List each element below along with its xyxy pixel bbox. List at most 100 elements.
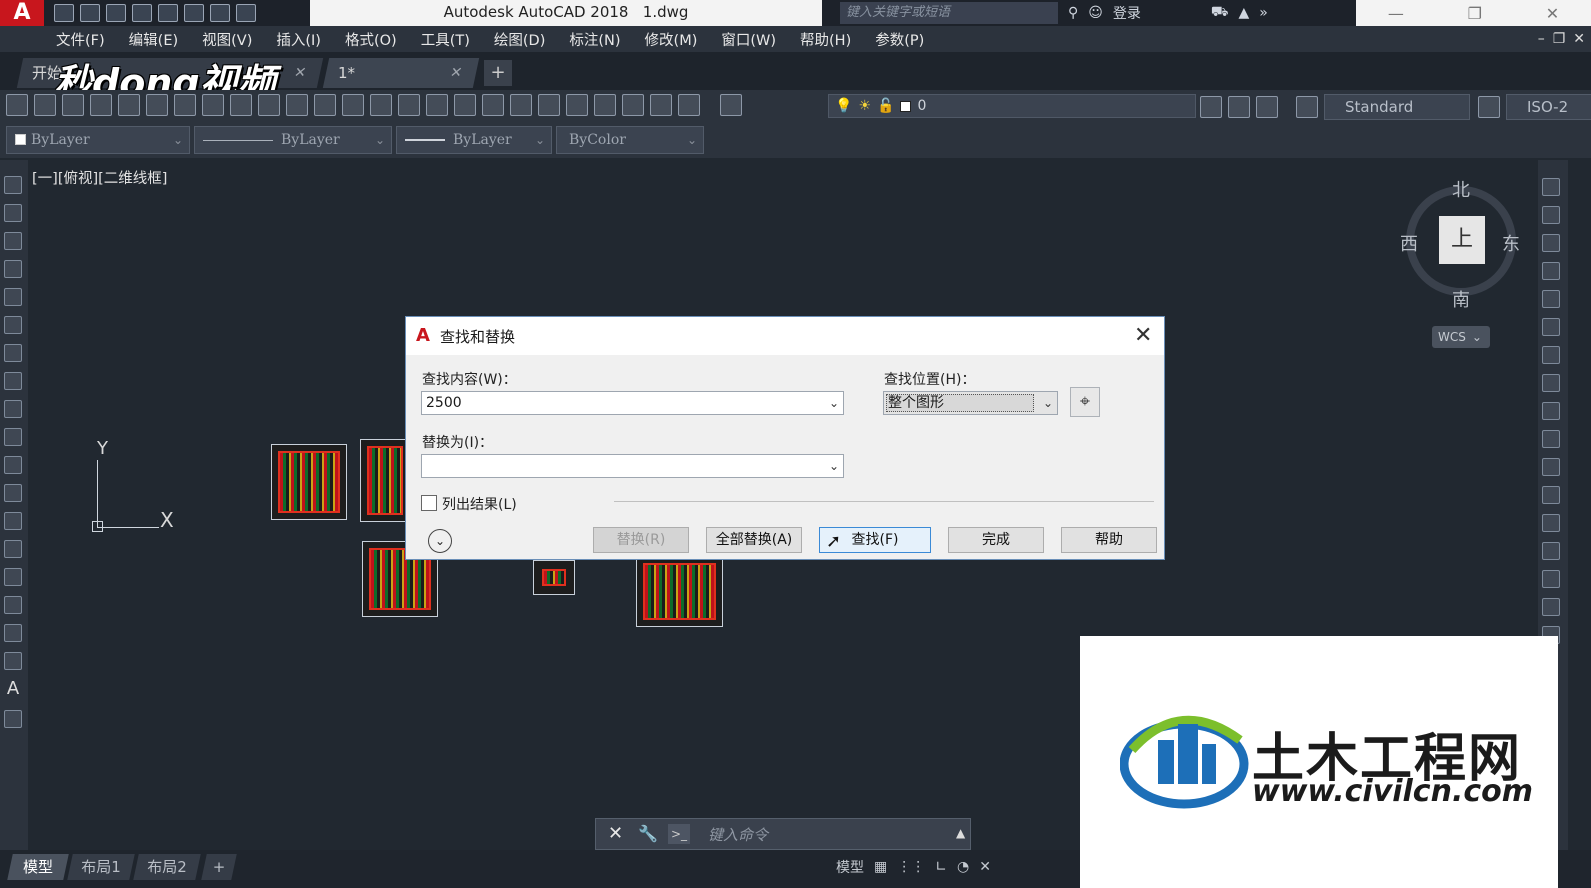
hatch-icon[interactable]: [4, 568, 22, 586]
mirror-icon[interactable]: [1542, 234, 1560, 252]
3d-print-icon[interactable]: [174, 94, 196, 116]
tab-model[interactable]: 模型: [7, 854, 69, 880]
publish-icon[interactable]: [146, 94, 168, 116]
command-history-up-icon[interactable]: ▲: [956, 826, 965, 840]
drawing-thumbnail[interactable]: [271, 444, 347, 520]
menu-modify[interactable]: 修改(M): [633, 29, 710, 50]
dialog-title-bar[interactable]: A 查找和替换 ✕: [406, 317, 1164, 355]
menu-edit[interactable]: 编辑(E): [117, 29, 190, 50]
gradient-icon[interactable]: [4, 596, 22, 614]
spline-icon[interactable]: [4, 400, 22, 418]
polyline-icon[interactable]: [4, 232, 22, 250]
markup-icon[interactable]: [622, 94, 644, 116]
chevron-down-icon[interactable]: ⌄: [829, 455, 839, 477]
insert-block-icon[interactable]: [4, 484, 22, 502]
find-where-dropdown[interactable]: 整个图形 ⌄: [883, 391, 1058, 415]
offset-icon[interactable]: [1542, 262, 1560, 280]
replace-all-button[interactable]: 全部替换(A): [706, 527, 802, 553]
print-icon[interactable]: [158, 4, 178, 22]
close-command-line-icon[interactable]: ✕: [608, 823, 623, 844]
revcloud-icon[interactable]: [4, 372, 22, 390]
compass-west[interactable]: 西: [1400, 230, 1418, 256]
customize-wrench-icon[interactable]: 🔧: [638, 824, 658, 843]
grid-icon[interactable]: ▦: [874, 859, 887, 875]
doc-minimize-icon[interactable]: –: [1538, 31, 1545, 47]
menu-file[interactable]: 文件(F): [44, 29, 117, 50]
table-icon[interactable]: [4, 652, 22, 670]
find-what-input[interactable]: 2500 ⌄: [421, 391, 844, 415]
dim-style-dropdown[interactable]: ISO-2: [1506, 94, 1591, 120]
cut-icon[interactable]: [202, 94, 224, 116]
arc-icon[interactable]: [4, 316, 22, 334]
command-input[interactable]: 键入命令: [708, 824, 768, 845]
close-window-icon[interactable]: ✕: [1546, 4, 1559, 23]
a360-icon[interactable]: ▲: [1239, 5, 1250, 21]
erase-icon[interactable]: [1542, 178, 1560, 196]
stretch-icon[interactable]: [1542, 402, 1560, 420]
block-editor-icon[interactable]: [314, 94, 336, 116]
make-block-icon[interactable]: [4, 512, 22, 530]
copy-object-icon[interactable]: [1542, 206, 1560, 224]
rotate-icon[interactable]: [1542, 346, 1560, 364]
compass-north[interactable]: 北: [1452, 176, 1470, 202]
viewport-controls-label[interactable]: [一][俯视][二维线框]: [32, 167, 167, 188]
model-space-button[interactable]: 模型: [836, 857, 864, 877]
replace-button[interactable]: 替换(R): [593, 527, 689, 553]
mtext-icon[interactable]: A: [4, 680, 22, 698]
drawing-thumbnail[interactable]: [360, 439, 410, 522]
ellipse-arc-icon[interactable]: [4, 456, 22, 474]
rectangle-icon[interactable]: [4, 288, 22, 306]
layer-properties-icon[interactable]: [720, 94, 742, 116]
plot-icon[interactable]: [90, 94, 112, 116]
menu-tools[interactable]: 工具(T): [409, 29, 482, 50]
polygon-icon[interactable]: [4, 260, 22, 278]
match-properties-icon[interactable]: [286, 94, 308, 116]
tab-layout1[interactable]: 布局1: [67, 854, 135, 880]
compass-east[interactable]: 东: [1502, 230, 1520, 256]
done-button[interactable]: 完成: [948, 527, 1044, 553]
close-icon[interactable]: ✕: [1134, 323, 1152, 348]
blend-icon[interactable]: [1542, 598, 1560, 616]
menu-window[interactable]: 窗口(W): [709, 29, 788, 50]
copy-icon[interactable]: [230, 94, 252, 116]
layer-previous-icon[interactable]: [1228, 96, 1250, 118]
drawing-thumbnail[interactable]: [533, 560, 575, 595]
scale-icon[interactable]: [1542, 374, 1560, 392]
osnap-icon[interactable]: ✕: [979, 859, 991, 875]
save-as-icon[interactable]: [132, 4, 152, 22]
tool-palettes-icon[interactable]: [566, 94, 588, 116]
paste-icon[interactable]: [258, 94, 280, 116]
add-selected-icon[interactable]: [4, 710, 22, 728]
array-icon[interactable]: [1542, 290, 1560, 308]
make-current-layer-icon[interactable]: [1200, 96, 1222, 118]
move-icon[interactable]: [1542, 318, 1560, 336]
tab-layout2[interactable]: 布局2: [133, 854, 201, 880]
break-icon[interactable]: [1542, 486, 1560, 504]
doc-restore-icon[interactable]: ❐: [1553, 31, 1566, 47]
chevron-down-icon[interactable]: ⌄: [1043, 392, 1053, 414]
minimize-icon[interactable]: —: [1388, 4, 1404, 23]
select-objects-icon[interactable]: ⌖: [1070, 387, 1100, 417]
menu-help[interactable]: 帮助(H): [788, 29, 863, 50]
text-style-dropdown[interactable]: Standard: [1324, 94, 1470, 120]
help-icon[interactable]: [678, 94, 700, 116]
new-icon[interactable]: [6, 94, 28, 116]
menu-view[interactable]: 视图(V): [190, 29, 264, 50]
viewcube-top-face[interactable]: 上: [1439, 216, 1485, 264]
polar-icon[interactable]: ◔: [957, 859, 969, 875]
calculator-icon[interactable]: [650, 94, 672, 116]
redo-icon[interactable]: [210, 4, 230, 22]
help-expand-icon[interactable]: »: [1259, 5, 1268, 21]
menu-parametric[interactable]: 参数(P): [863, 29, 936, 50]
list-results-label[interactable]: 列出结果(L): [442, 494, 517, 514]
open-file-icon[interactable]: [80, 4, 100, 22]
menu-insert[interactable]: 插入(I): [264, 29, 333, 50]
ortho-icon[interactable]: ∟: [935, 859, 947, 875]
compass-south[interactable]: 南: [1452, 286, 1470, 312]
color-dropdown[interactable]: ByLayer ⌄: [6, 126, 190, 154]
lineweight-dropdown[interactable]: ByLayer ⌄: [396, 126, 552, 154]
cart-icon[interactable]: ⛟: [1211, 4, 1229, 22]
snap-icon[interactable]: ⋮⋮: [897, 859, 925, 875]
save-icon[interactable]: [106, 4, 126, 22]
menu-dimension[interactable]: 标注(N): [557, 29, 632, 50]
